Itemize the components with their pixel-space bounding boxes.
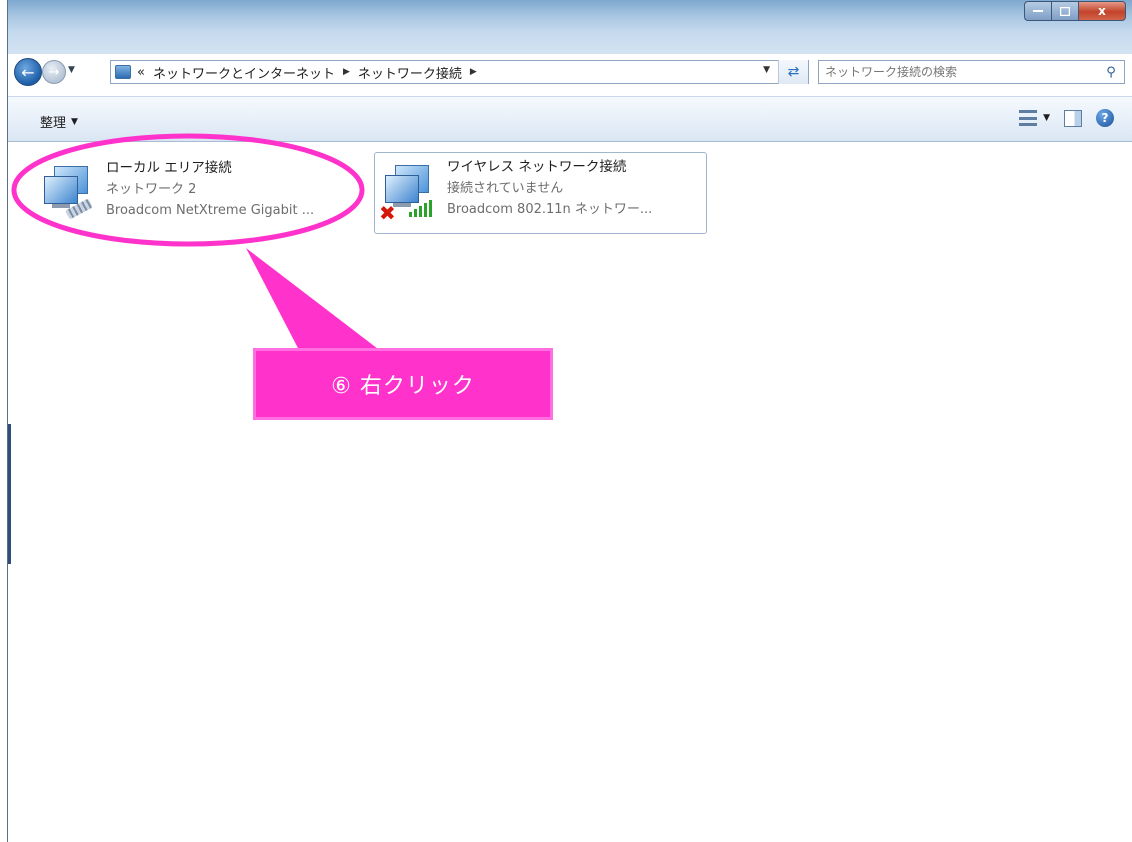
title-bar: x — [8, 0, 1132, 54]
minimize-button[interactable] — [1024, 1, 1051, 21]
connection-device: Broadcom 802.11n ネットワー... — [447, 202, 653, 217]
search-box[interactable]: ⚲ — [818, 60, 1125, 84]
disconnected-x-icon: ✖ — [379, 201, 396, 225]
connection-item-wireless[interactable]: ✖ ワイヤレス ネットワーク接続 接続されていません Broadcom 802.… — [374, 152, 707, 234]
breadcrumb-network-internet[interactable]: ネットワークとインターネット — [153, 63, 335, 82]
forward-button[interactable]: → — [42, 60, 66, 84]
chevron-down-icon: ▼ — [71, 116, 78, 127]
close-button[interactable]: x — [1078, 1, 1126, 21]
connection-device: Broadcom NetXtreme Gigabit ... — [106, 203, 315, 218]
back-button[interactable]: ← — [14, 58, 42, 86]
callout-text: ⑥ 右クリック — [331, 374, 475, 399]
connections-view[interactable]: ローカル エリア接続 ネットワーク 2 Broadcom NetXtreme G… — [8, 142, 1132, 842]
command-bar-tools: ▼ ? — [1019, 109, 1114, 127]
close-icon: x — [1098, 4, 1106, 18]
chevron-down-icon: ▼ — [68, 65, 75, 75]
breadcrumb-network-connections[interactable]: ネットワーク接続 — [358, 63, 462, 82]
wired-network-icon — [38, 160, 98, 220]
connection-name: ワイヤレス ネットワーク接続 — [447, 159, 627, 175]
breadcrumb-overflow[interactable]: « — [137, 65, 145, 80]
view-options-dropdown-icon[interactable]: ▼ — [1043, 113, 1050, 123]
window-edge-accent — [8, 424, 11, 564]
preview-pane-icon[interactable] — [1064, 109, 1082, 127]
breadcrumb-separator-icon[interactable]: ▶ — [343, 67, 350, 77]
back-arrow-icon: ← — [21, 62, 35, 82]
command-bar: 整理 ▼ ▼ ? — [8, 96, 1132, 142]
refresh-icon: ⇄ — [787, 64, 800, 80]
navigation-bar: ← → ▼ « ネットワークとインターネット ▶ ネットワーク接続 ▶ ▼ ⇄ … — [8, 54, 1132, 96]
maximize-button[interactable] — [1051, 1, 1078, 21]
recent-pages-dropdown[interactable]: ▼ — [68, 65, 75, 75]
forward-arrow-icon: → — [48, 64, 60, 80]
breadcrumb-separator-icon[interactable]: ▶ — [470, 67, 477, 77]
search-icon[interactable]: ⚲ — [1098, 65, 1124, 80]
signal-strength-icon — [409, 199, 432, 217]
connection-status: 接続されていません — [447, 181, 564, 196]
organize-menu-button[interactable]: 整理 ▼ — [40, 112, 78, 131]
explorer-window: x ← → ▼ « ネットワークとインターネット ▶ ネットワーク接続 ▶ ▼ … — [7, 0, 1132, 842]
refresh-button[interactable]: ⇄ — [778, 60, 808, 84]
control-panel-icon — [115, 65, 131, 79]
search-input[interactable] — [825, 62, 1098, 82]
maximize-icon — [1060, 6, 1070, 16]
connection-status: ネットワーク 2 — [106, 182, 197, 197]
callout-box: ⑥ 右クリック — [253, 348, 553, 420]
address-bar[interactable]: « ネットワークとインターネット ▶ ネットワーク接続 ▶ ▼ ⇄ — [110, 60, 809, 84]
organize-label: 整理 — [40, 116, 67, 131]
address-dropdown-icon[interactable]: ▼ — [763, 65, 770, 75]
help-icon[interactable]: ? — [1096, 109, 1114, 127]
wireless-network-disconnected-icon: ✖ — [379, 159, 439, 223]
connection-item-local-area[interactable]: ローカル エリア接続 ネットワーク 2 Broadcom NetXtreme G… — [34, 154, 374, 236]
caption-buttons: x — [1024, 1, 1126, 21]
connection-name: ローカル エリア接続 — [106, 160, 232, 176]
minimize-icon — [1033, 10, 1043, 12]
change-view-icon[interactable] — [1019, 110, 1038, 126]
